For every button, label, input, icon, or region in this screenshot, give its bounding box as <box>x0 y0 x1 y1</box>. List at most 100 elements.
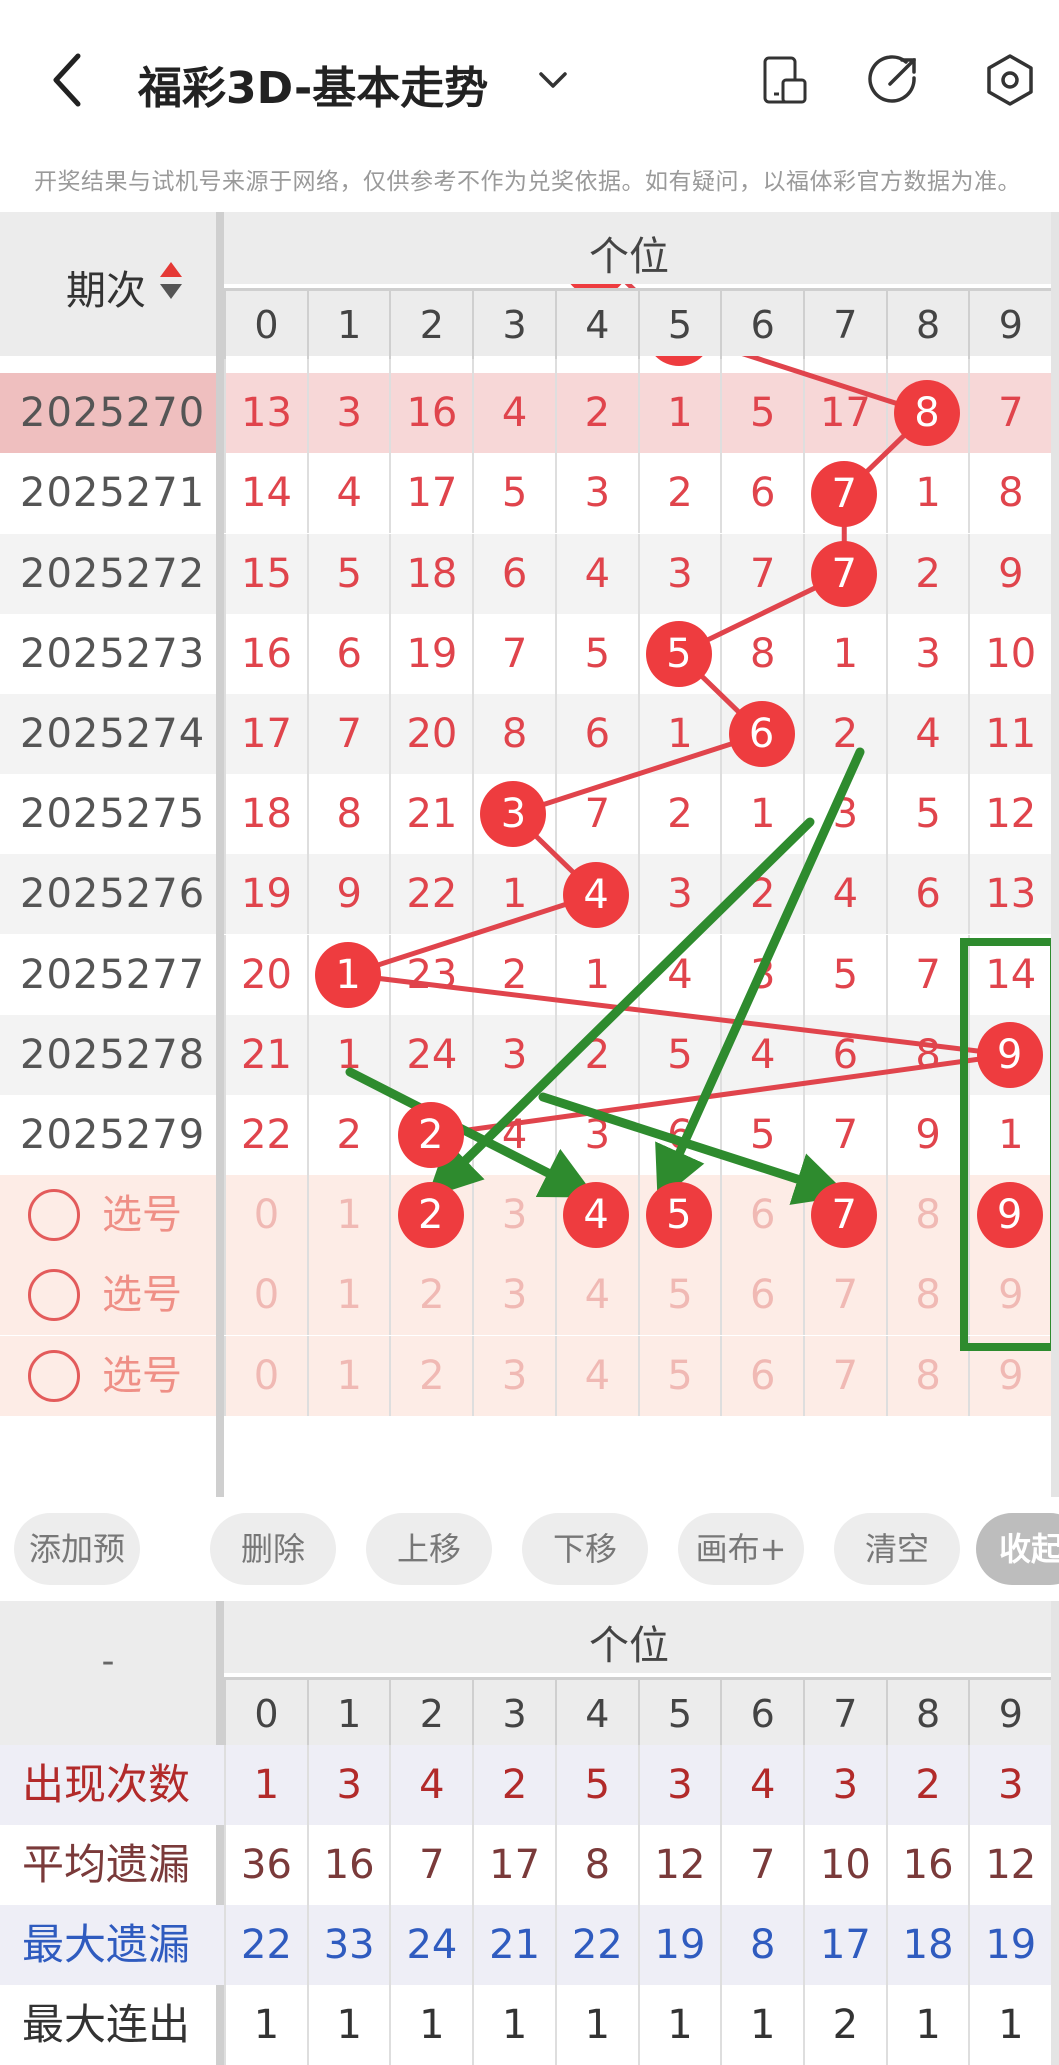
stats-cell: 1 <box>885 1985 969 2065</box>
stats-cell: 12 <box>968 1825 1051 1905</box>
stats-group-header: 个位 <box>224 1601 1059 1673</box>
winning-ball: 4 <box>563 861 630 928</box>
stats-header-digit-0: 0 <box>224 1680 307 1748</box>
winning-ball: 6 <box>728 701 795 768</box>
trend-table: 2025269122153141618620252701331642151772… <box>0 212 1059 1497</box>
stats-header-digit-9: 9 <box>968 1680 1051 1748</box>
issue-header-label: 期次 <box>66 268 146 314</box>
stats-cell: 8 <box>720 1905 803 1985</box>
stats-table: - 个位 0123456789 出现次数 1 3 4 2 5 3 4 3 2 3 平均遗漏 36 16 7 1… <box>0 1601 1059 2065</box>
stats-cell: 7 <box>720 1825 803 1905</box>
stats-cell: 16 <box>885 1825 969 1905</box>
stats-cell: 8 <box>554 1825 638 1905</box>
stats-row: 最大连出 1 1 1 1 1 1 1 2 1 1 <box>0 1985 1051 2065</box>
stats-cell: 3 <box>637 1745 721 1825</box>
issue-header[interactable]: 期次 <box>0 212 216 356</box>
header-digit-5: 5 <box>637 291 721 359</box>
stats-header-digit-5: 5 <box>637 1680 721 1748</box>
stats-cell: 1 <box>306 1985 390 2065</box>
header-digit-7: 7 <box>802 291 886 359</box>
stats-cell: 1 <box>720 1985 803 2065</box>
winning-ball: 1 <box>315 941 382 1008</box>
stats-row: 最大遗漏 22 33 24 21 22 19 8 17 18 19 <box>0 1905 1051 1985</box>
scroll-edge <box>1051 212 1059 1497</box>
stats-cell: 2 <box>802 1985 886 2065</box>
group-header-label: 个位 <box>589 234 669 280</box>
stats-cell: 1 <box>968 1985 1051 2065</box>
stats-scroll-edge <box>1051 1601 1059 2065</box>
sort-up-icon <box>160 262 182 277</box>
stats-cell: 2 <box>885 1745 969 1825</box>
winning-ball: 7 <box>811 460 878 527</box>
stats-corner-label: - <box>101 1641 115 1682</box>
stats-header-digit-7: 7 <box>802 1680 886 1748</box>
digit-header-row: 0123456789 <box>224 288 1059 359</box>
selected-pick-ball: 5 <box>645 1182 712 1249</box>
page-title[interactable]: 福彩3D-基本走势 <box>138 52 488 116</box>
stats-header-digit-4: 4 <box>554 1680 638 1748</box>
annotation-arrow <box>538 1092 850 1205</box>
trend-line <box>510 731 765 817</box>
stats-cell: 21 <box>472 1905 555 1985</box>
disclaimer-notice: 开奖结果与试机号来源于网络，仅供参考不作为兑奖依据。如有疑问，以福体彩官方数据为… <box>34 169 1021 195</box>
back-chevron-icon[interactable] <box>40 50 100 110</box>
stats-cell: 22 <box>224 1905 307 1985</box>
stats-cell: 17 <box>802 1905 886 1985</box>
annotation-arrow <box>655 747 865 1202</box>
action-button-2[interactable]: 上移 <box>366 1513 492 1585</box>
annotation-arrow <box>427 817 815 1198</box>
phone-icon[interactable] <box>757 52 813 108</box>
action-button-6[interactable]: 收起 <box>976 1513 1059 1585</box>
header-digit-1: 1 <box>306 291 390 359</box>
header-digit-4: 4 <box>554 291 638 359</box>
action-button-3[interactable]: 下移 <box>522 1513 648 1585</box>
stats-row-label: 平均遗漏 <box>22 1840 191 1889</box>
action-button-4[interactable]: 画布+ <box>678 1513 804 1585</box>
sort-down-icon <box>160 284 182 299</box>
stats-cell: 1 <box>554 1985 638 2065</box>
selected-pick-ball: 2 <box>397 1182 464 1249</box>
stats-cell: 4 <box>720 1745 803 1825</box>
action-button-5[interactable]: 清空 <box>834 1513 960 1585</box>
header-digit-9: 9 <box>968 291 1051 359</box>
stats-cell: 1 <box>389 1985 472 2065</box>
header-digit-0: 0 <box>224 291 307 359</box>
annotation-box <box>960 938 1058 1351</box>
stats-header-digit-6: 6 <box>720 1680 803 1748</box>
stats-cell: 16 <box>306 1825 390 1905</box>
winning-ball: 5 <box>645 620 712 687</box>
stats-header-digit-3: 3 <box>472 1680 555 1748</box>
stats-cell: 19 <box>637 1905 721 1985</box>
stats-cell: 1 <box>224 1985 307 2065</box>
stats-cell: 3 <box>968 1745 1051 1825</box>
group-header: 个位 <box>224 212 1059 284</box>
stats-cell: 3 <box>306 1745 390 1825</box>
stats-cell: 1 <box>637 1985 721 2065</box>
trend-line <box>345 892 599 978</box>
stats-header-digit-2: 2 <box>389 1680 472 1748</box>
stats-cell: 12 <box>637 1825 721 1905</box>
stats-row-label: 最大连出 <box>22 2000 191 2049</box>
stats-cell: 22 <box>554 1905 638 1985</box>
trend-line <box>345 972 1013 1058</box>
stats-cell: 2 <box>472 1745 555 1825</box>
stats-cell: 17 <box>472 1825 555 1905</box>
action-bar: 添加预选删除上移下移画布+ 清空收起 <box>0 1497 1059 1640</box>
winning-ball: 9 <box>976 1021 1043 1088</box>
settings-hex-icon[interactable] <box>982 52 1038 108</box>
selected-pick-ball: 4 <box>563 1182 630 1249</box>
chevron-down-icon[interactable] <box>533 60 573 100</box>
stats-cell: 36 <box>224 1825 307 1905</box>
stats-row-label: 最大遗漏 <box>22 1920 191 1969</box>
action-button-1[interactable]: 删除 <box>210 1513 336 1585</box>
stats-cell: 4 <box>389 1745 472 1825</box>
stats-cell: 1 <box>472 1985 555 2065</box>
action-button-0[interactable]: 添加预选 <box>14 1513 140 1640</box>
winning-ball: 8 <box>893 380 960 447</box>
selected-pick-ball: 9 <box>976 1182 1043 1249</box>
stats-cell: 3 <box>802 1745 886 1825</box>
share-icon[interactable] <box>866 52 922 108</box>
header-digit-6: 6 <box>720 291 803 359</box>
annotation-arrow <box>345 1067 597 1198</box>
column-divider <box>216 212 224 1497</box>
